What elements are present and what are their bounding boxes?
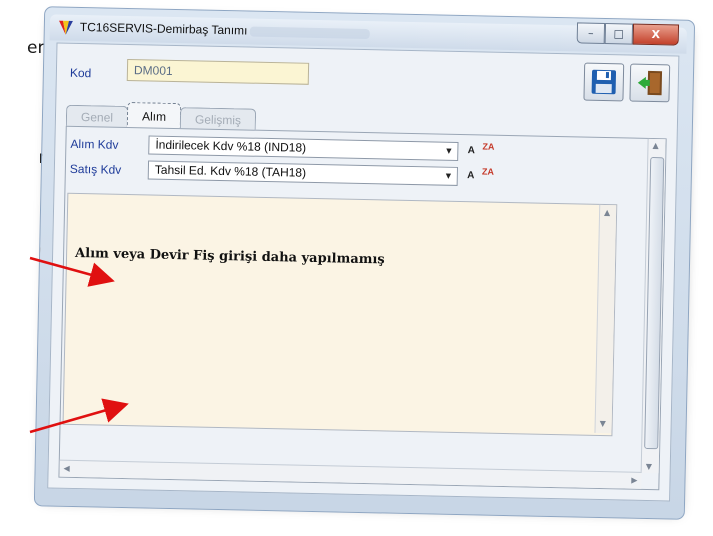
scrollbar-thumb[interactable] (644, 156, 665, 450)
kod-label: Kod (69, 65, 92, 81)
floppy-disk-icon (591, 69, 617, 95)
alim-kdv-sort-icon[interactable]: ZA (480, 141, 496, 158)
satis-kdv-select[interactable]: Tahsil Ed. Kdv %18 (TAH18) ▼ (147, 160, 459, 186)
kod-input[interactable]: DM001 (126, 59, 310, 85)
save-button[interactable] (583, 62, 625, 102)
scroll-up-icon: ▲ (603, 208, 611, 218)
info-memo[interactable]: Alım veya Devir Fiş girişi daha yapılmam… (62, 192, 618, 437)
alim-kdv-select[interactable]: İndirilecek Kdv %18 (IND18) ▼ (148, 135, 459, 161)
window-client-area: Kod DM001 Genel Alım Gelişmiş Alım Kdv İ… (47, 42, 680, 502)
minimize-button[interactable]: – (576, 22, 606, 45)
alim-kdv-value: İndirilecek Kdv %18 (IND18) (155, 137, 307, 155)
satis-kdv-label: Satış Kdv (69, 161, 122, 177)
demirbas-window: TC16SERVIS-Demirbaş Tanımı – □ X Kod DM0… (33, 6, 696, 520)
scroll-down-icon: ▼ (645, 461, 653, 472)
exit-door-icon (637, 70, 663, 96)
dropdown-arrow-icon: ▼ (444, 145, 454, 156)
window-title: TC16SERVIS-Demirbaş Tanımı (79, 20, 248, 38)
maximize-button[interactable]: □ (604, 23, 634, 45)
scroll-up-icon: ▲ (652, 141, 659, 151)
app-logo-icon (58, 20, 73, 35)
scroll-right-icon: ▶ (631, 475, 638, 485)
satis-kdv-value: Tahsil Ed. Kdv %18 (TAH18) (154, 162, 307, 180)
window-controls: – □ X (576, 22, 680, 46)
memo-message: Alım veya Devir Fiş girişi daha yapılmam… (74, 245, 385, 268)
scroll-down-icon: ▼ (599, 418, 606, 429)
tab-alim[interactable]: Alım (126, 102, 182, 131)
close-button[interactable]: X (632, 23, 680, 46)
blurred-title-region (249, 26, 370, 40)
alim-tab-panel: Alım Kdv İndirilecek Kdv %18 (IND18) ▼ A… (58, 125, 667, 491)
scroll-left-icon: ◀ (63, 463, 70, 473)
panel-horizontal-scrollbar[interactable]: ◀ ▶ (59, 459, 642, 489)
satis-kdv-a-button[interactable]: A (464, 169, 478, 183)
dropdown-arrow-icon: ▼ (443, 170, 453, 181)
satis-kdv-sort-icon[interactable]: ZA (480, 166, 496, 183)
alim-kdv-a-button[interactable]: A (464, 144, 478, 158)
alim-kdv-label: Alım Kdv (70, 136, 119, 152)
memo-scrollbar[interactable]: ▲ ▼ (594, 204, 617, 434)
panel-vertical-scrollbar[interactable]: ▲ ▼ (640, 138, 666, 474)
exit-button[interactable] (629, 63, 671, 103)
